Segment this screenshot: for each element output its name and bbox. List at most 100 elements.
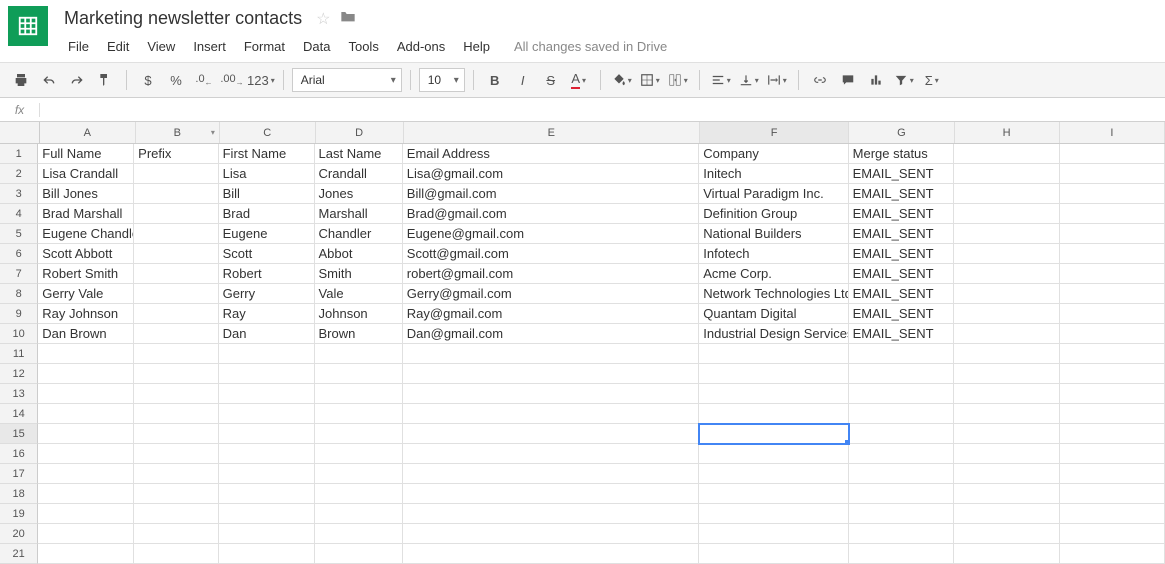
cell[interactable] (38, 524, 134, 544)
row-header[interactable]: 18 (0, 484, 38, 504)
cell[interactable] (1060, 284, 1165, 304)
menu-tools[interactable]: Tools (340, 35, 386, 58)
cell[interactable] (849, 384, 954, 404)
cell[interactable] (219, 464, 315, 484)
cell[interactable] (699, 544, 848, 564)
formula-input[interactable] (40, 102, 1165, 117)
cell[interactable] (954, 424, 1059, 444)
cell[interactable]: EMAIL_SENT (849, 164, 954, 184)
cell[interactable]: Eugene Chandler (38, 224, 134, 244)
cell[interactable] (134, 444, 218, 464)
cell[interactable]: Lisa@gmail.com (403, 164, 699, 184)
cell[interactable] (954, 164, 1059, 184)
cell[interactable] (134, 464, 218, 484)
cell[interactable]: Dan Brown (38, 324, 134, 344)
cell[interactable] (134, 244, 218, 264)
cell[interactable] (1060, 344, 1165, 364)
cell[interactable] (134, 484, 218, 504)
menu-data[interactable]: Data (295, 35, 338, 58)
cell[interactable] (315, 484, 403, 504)
cell[interactable]: Company (699, 144, 848, 164)
cell[interactable]: Jones (315, 184, 403, 204)
cell[interactable] (1060, 164, 1165, 184)
cell[interactable] (38, 484, 134, 504)
more-formats-button[interactable]: 123 (247, 67, 275, 93)
cell[interactable] (134, 344, 218, 364)
cell[interactable] (954, 524, 1059, 544)
cell[interactable]: Definition Group (699, 204, 848, 224)
cell[interactable]: Eugene@gmail.com (403, 224, 699, 244)
cell[interactable]: EMAIL_SENT (849, 184, 954, 204)
select-all-corner[interactable] (0, 122, 40, 144)
cell[interactable] (38, 464, 134, 484)
cell[interactable]: Bill Jones (38, 184, 134, 204)
cell[interactable] (1060, 324, 1165, 344)
cell[interactable]: Gerry Vale (38, 284, 134, 304)
cell[interactable] (954, 384, 1059, 404)
cell[interactable] (849, 544, 954, 564)
cell[interactable] (134, 184, 218, 204)
cell[interactable]: Virtual Paradigm Inc. (699, 184, 848, 204)
cell[interactable] (1060, 204, 1165, 224)
column-header-E[interactable]: E (404, 122, 701, 143)
selection-handle[interactable] (845, 440, 849, 444)
column-header-B[interactable]: B▾ (136, 122, 220, 143)
cell[interactable] (954, 264, 1059, 284)
cell[interactable] (849, 524, 954, 544)
menu-add-ons[interactable]: Add-ons (389, 35, 453, 58)
cell[interactable] (849, 404, 954, 424)
cell[interactable] (315, 424, 403, 444)
cell[interactable]: Industrial Design Services (699, 324, 848, 344)
row-header[interactable]: 1 (0, 144, 38, 164)
cell[interactable] (699, 344, 848, 364)
row-header[interactable]: 7 (0, 264, 38, 284)
cell[interactable] (219, 404, 315, 424)
decrease-decimal-button[interactable]: .0← (191, 67, 217, 93)
cell[interactable] (38, 544, 134, 564)
cell[interactable] (1060, 264, 1165, 284)
cell[interactable] (219, 424, 315, 444)
row-header[interactable]: 16 (0, 444, 38, 464)
menu-insert[interactable]: Insert (185, 35, 234, 58)
cell[interactable]: EMAIL_SENT (849, 264, 954, 284)
insert-comment-button[interactable] (835, 67, 861, 93)
cell[interactable]: Dan@gmail.com (403, 324, 699, 344)
format-currency-button[interactable]: $ (135, 67, 161, 93)
cell[interactable]: Bill@gmail.com (403, 184, 699, 204)
cell[interactable] (954, 464, 1059, 484)
cell[interactable] (954, 444, 1059, 464)
column-header-H[interactable]: H (955, 122, 1060, 143)
cell[interactable]: Vale (315, 284, 403, 304)
cell[interactable] (315, 444, 403, 464)
cell[interactable] (699, 524, 848, 544)
cell[interactable]: First Name (219, 144, 315, 164)
cell[interactable] (403, 524, 699, 544)
cell[interactable] (134, 504, 218, 524)
insert-link-button[interactable] (807, 67, 833, 93)
cell[interactable] (219, 504, 315, 524)
cell[interactable] (954, 204, 1059, 224)
cell[interactable] (219, 544, 315, 564)
cell[interactable]: Ray (219, 304, 315, 324)
cell[interactable] (403, 464, 699, 484)
cell[interactable] (1060, 464, 1165, 484)
undo-button[interactable] (36, 67, 62, 93)
cell[interactable] (315, 344, 403, 364)
cell[interactable]: robert@gmail.com (403, 264, 699, 284)
cell[interactable] (954, 344, 1059, 364)
cell[interactable]: EMAIL_SENT (849, 304, 954, 324)
cell[interactable]: Full Name (38, 144, 134, 164)
cell[interactable] (849, 464, 954, 484)
cell[interactable] (38, 504, 134, 524)
cell[interactable] (38, 424, 134, 444)
cell[interactable]: Scott@gmail.com (403, 244, 699, 264)
cell[interactable] (954, 304, 1059, 324)
cell[interactable] (699, 444, 848, 464)
cell[interactable]: EMAIL_SENT (849, 224, 954, 244)
cell[interactable] (134, 524, 218, 544)
row-header[interactable]: 5 (0, 224, 38, 244)
row-header[interactable]: 6 (0, 244, 38, 264)
menu-help[interactable]: Help (455, 35, 498, 58)
cell[interactable]: Quantam Digital (699, 304, 848, 324)
font-size-select[interactable]: 10 (419, 68, 465, 92)
